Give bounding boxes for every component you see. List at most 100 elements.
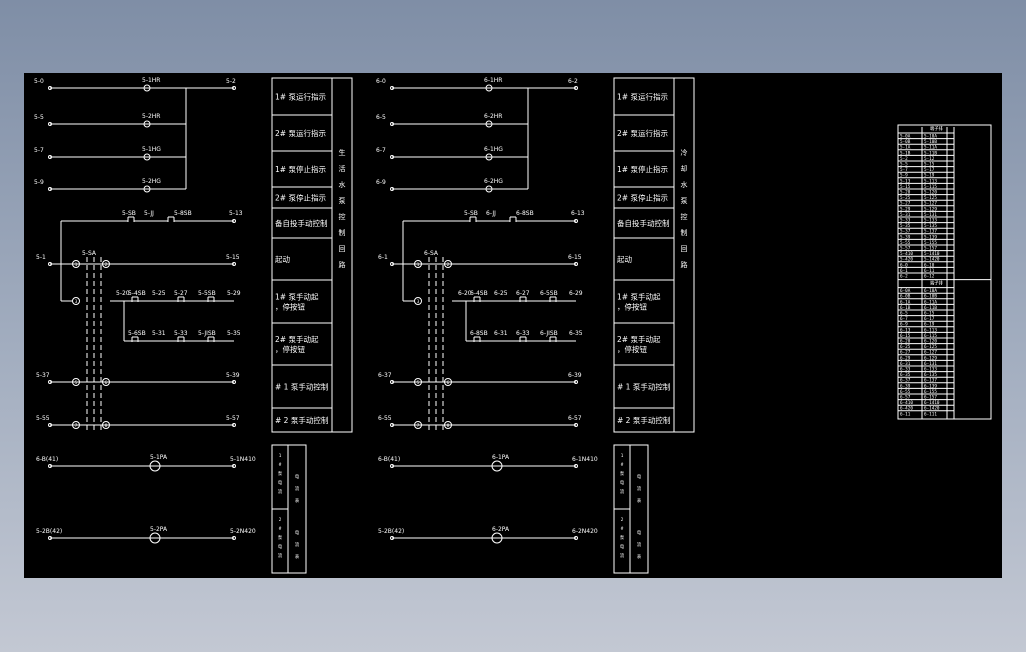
wire-label-right: 6-2 bbox=[568, 78, 578, 85]
wire-label: 6-25 bbox=[494, 290, 508, 297]
meter-legend-box: 1#泵电流电流表2#泵电流电流表 bbox=[271, 444, 307, 574]
legend-row-text: # 1 泵手动控制 bbox=[275, 382, 328, 392]
meter-legend-char: 泵 bbox=[620, 535, 625, 541]
node-number: 2 bbox=[105, 262, 108, 268]
node-number: 8 bbox=[447, 423, 450, 429]
wire-label-right: 5-2 bbox=[226, 78, 236, 85]
wire-label-left: 5-37 bbox=[36, 372, 50, 379]
wire-label: 5-33 bbox=[174, 330, 188, 337]
wire-label-right: 6-15 bbox=[568, 254, 582, 261]
legend-row-text: 1# 泵停止指示 bbox=[275, 164, 326, 174]
legend-row-text: 1# 泵运行指示 bbox=[617, 92, 668, 102]
legend-row-text: 2# 泵停止指示 bbox=[275, 193, 326, 203]
wire-label: 6-27 bbox=[516, 290, 530, 297]
meter-legend-char: 2 bbox=[279, 517, 282, 523]
meter-legend-char: 表 bbox=[637, 497, 642, 504]
section-s5: 5-0 5-1HR 5-2 5-5 5-2HR 5-7 5-1HG 5-9 5-2HG 5-SB 5… bbox=[34, 77, 353, 574]
node-number: 3 bbox=[75, 299, 78, 305]
table-frame bbox=[897, 124, 992, 420]
wire-label-left: 6-B(41) bbox=[378, 456, 400, 463]
wire-label-right: 6-13 bbox=[571, 210, 585, 217]
lamp-label: 6-2HR bbox=[484, 113, 502, 120]
wire-label-right: 5-2N420 bbox=[230, 528, 256, 535]
meter-legend-char: 泵 bbox=[278, 535, 283, 541]
node-number: 6 bbox=[105, 380, 108, 386]
legend-row-text: 起动 bbox=[617, 254, 632, 264]
legend-row-text: # 1 泵手动控制 bbox=[617, 382, 670, 392]
wire-label: 5-31 bbox=[152, 330, 166, 337]
wire-label-left: 5-2B(42) bbox=[378, 528, 404, 535]
node-number: 8 bbox=[105, 423, 108, 429]
meter-legend-char: 流 bbox=[278, 552, 283, 559]
contact-label: 6-8SB bbox=[516, 210, 534, 217]
legend-row-text: 2# 泵停止指示 bbox=[617, 193, 668, 203]
table-header: 端子排 bbox=[930, 125, 944, 132]
contact-label: 5-4SB bbox=[128, 290, 146, 297]
legend-row-text: 1# 泵运行指示 bbox=[275, 92, 326, 102]
meter-legend-char: 流 bbox=[295, 541, 300, 548]
node-number: 2 bbox=[447, 262, 450, 268]
lamp-label: 5-2HG bbox=[142, 178, 161, 185]
wire-label-left: 6-9 bbox=[376, 179, 386, 186]
lamp-label: 5-1HG bbox=[142, 146, 161, 153]
legend-vertical-char: 控 bbox=[681, 212, 688, 221]
contact-label: 6-JJ bbox=[486, 210, 496, 217]
contact-label: 5-SB bbox=[464, 210, 478, 217]
wire-label: 6-33 bbox=[516, 330, 530, 337]
contact-label: 5-JISB bbox=[198, 330, 216, 337]
contact-label: 6-8SB bbox=[470, 330, 488, 337]
lamp-label: 6-1HR bbox=[484, 77, 502, 84]
legend-vertical-char: 却 bbox=[681, 164, 688, 173]
meter-legend-char: 电 bbox=[295, 529, 300, 536]
meter-legend-char: 流 bbox=[637, 485, 642, 492]
meter-legend-char: 泵 bbox=[620, 471, 625, 477]
node-number: 3 bbox=[417, 299, 420, 305]
meter-legend-char: 流 bbox=[637, 541, 642, 548]
legend-row-text: 1# 泵停止指示 bbox=[617, 164, 668, 174]
meter-legend-char: 流 bbox=[620, 552, 625, 559]
legend-vertical-char: 回 bbox=[681, 245, 688, 253]
wire-label-right: 5-15 bbox=[226, 254, 240, 261]
legend-row-text: ，停按钮 bbox=[275, 302, 305, 312]
wire-label-left: 5-2B(42) bbox=[36, 528, 62, 535]
legend-row-text: 2# 泵运行指示 bbox=[617, 128, 668, 138]
wire-label-left: 5-9 bbox=[34, 179, 44, 186]
legend-vertical-char: 路 bbox=[339, 260, 346, 269]
contact-label: 6-JISB bbox=[540, 330, 558, 337]
table-cell: 6-12 bbox=[924, 274, 935, 280]
legend-vertical-char: 制 bbox=[681, 228, 688, 237]
wire-label-left: 5-55 bbox=[36, 415, 50, 422]
terminal-table: 端子排5-0A 5-10A5-0B 5-10B5-1A 5-11A5-1B 5-11B5… bbox=[897, 124, 992, 420]
wire-label-left: 5-5 bbox=[34, 114, 44, 121]
legend-vertical-char: 水 bbox=[681, 180, 688, 189]
contact-label: 6-4SB bbox=[470, 290, 488, 297]
meter-legend-char: 表 bbox=[295, 497, 300, 504]
meter-legend-char: 电 bbox=[278, 479, 283, 486]
legend-vertical-char: 泵 bbox=[339, 197, 346, 205]
wire-label-left: 6-1 bbox=[378, 254, 388, 261]
meter-legend-box: 1#泵电流电流表2#泵电流电流表 bbox=[613, 444, 649, 574]
meter-legend-char: 表 bbox=[295, 553, 300, 560]
wire-label-left: 5-7 bbox=[34, 147, 44, 154]
wire-label-left: 5-0 bbox=[34, 78, 44, 85]
legend-row-text: 1# 泵手动起 bbox=[617, 292, 661, 302]
meter-legend-char: 流 bbox=[278, 488, 283, 495]
table-header: 端子排 bbox=[930, 280, 944, 287]
meter-legend-char: 1 bbox=[621, 453, 624, 459]
legend-row-text: # 2 泵手动控制 bbox=[275, 415, 328, 425]
legend-row-text: ，停按钮 bbox=[275, 344, 305, 354]
legend-vertical-char: 泵 bbox=[681, 197, 688, 205]
contact-label: 5-8SB bbox=[174, 210, 192, 217]
node-number: 6 bbox=[447, 380, 450, 386]
meter-legend-char: 表 bbox=[637, 553, 642, 560]
contact-label: 5-SB bbox=[122, 210, 136, 217]
legend-row-text: ，停按钮 bbox=[617, 344, 647, 354]
meter-legend-char: 电 bbox=[278, 543, 283, 550]
wire-label-right: 6-2N420 bbox=[572, 528, 598, 535]
wire-label-right: 6-57 bbox=[568, 415, 582, 422]
wire-label-right: 5-13 bbox=[229, 210, 243, 217]
meter-legend-char: 电 bbox=[620, 543, 625, 550]
legend-vertical-char: 水 bbox=[339, 180, 346, 189]
node-number: 7 bbox=[417, 423, 420, 429]
legend-row-text: 起动 bbox=[275, 254, 290, 264]
